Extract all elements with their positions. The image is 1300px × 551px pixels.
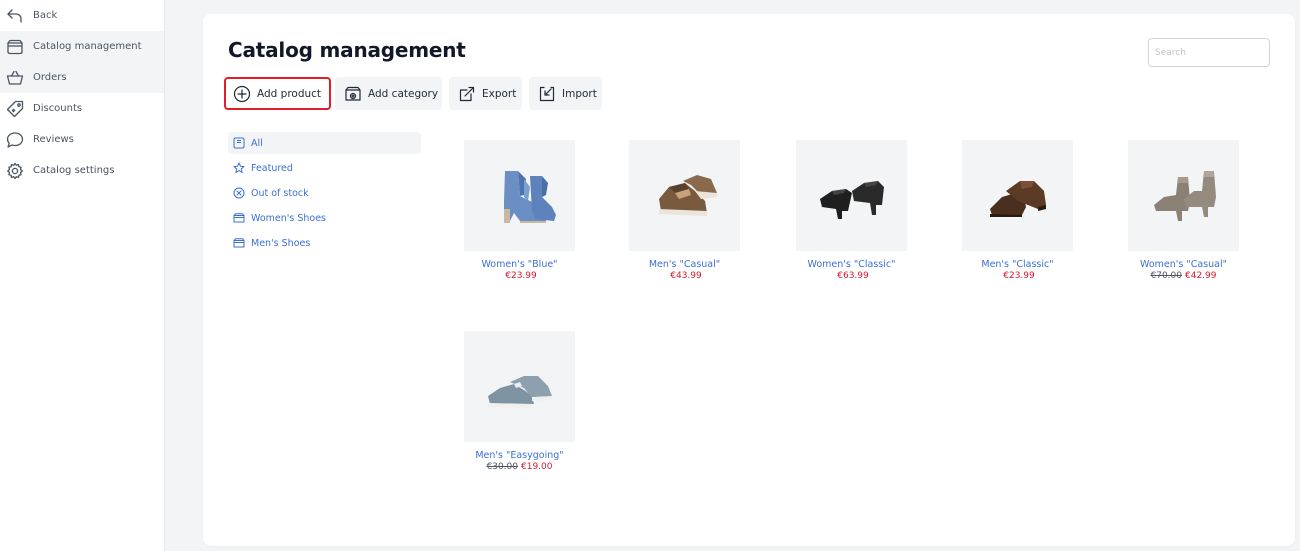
- product-price-row: €63.99: [796, 271, 907, 281]
- sidebar-item-discounts[interactable]: Discounts: [0, 93, 164, 124]
- category-label: Women's Shoes: [251, 212, 327, 224]
- sidebar-item-reviews[interactable]: Reviews: [0, 124, 164, 155]
- sidebar-item-label: Discounts: [33, 103, 83, 114]
- product-old-price: €70.00: [1150, 271, 1183, 281]
- product-price-row: €23.99: [962, 271, 1073, 281]
- product-image: [464, 331, 575, 442]
- product-price: €19.00: [521, 462, 553, 472]
- product-price-row: €23.99: [464, 271, 575, 281]
- add-category-icon: [343, 84, 363, 104]
- sidebar-item-back[interactable]: Back: [0, 0, 164, 31]
- product-price-row: €70.00 €42.99: [1128, 271, 1239, 281]
- plus-circle-icon: [232, 84, 252, 104]
- sidebar-item-catalog-settings[interactable]: Catalog settings: [0, 155, 164, 186]
- product-old-price: €30.00: [486, 462, 519, 472]
- search-input[interactable]: [1148, 38, 1270, 67]
- product-name: Women's "Casual": [1140, 259, 1227, 270]
- product-name: Women's "Classic": [807, 259, 896, 270]
- add-product-button[interactable]: Add product: [224, 77, 331, 110]
- box-icon: [5, 37, 25, 57]
- product-card[interactable]: Women's "Blue" €23.99: [464, 140, 575, 281]
- product-card[interactable]: Women's "Casual" €70.00 €42.99: [1128, 140, 1239, 281]
- product-price: €23.99: [505, 271, 537, 281]
- back-arrow-icon: [5, 6, 25, 26]
- product-name: Men's "Classic": [981, 259, 1054, 270]
- category-womens-shoes[interactable]: Women's Shoes: [228, 207, 421, 229]
- sidebar-item-label: Reviews: [33, 134, 74, 145]
- product-card[interactable]: Men's "Classic" €23.99: [962, 140, 1073, 281]
- sidebar-item-catalog-management[interactable]: Catalog management: [0, 31, 164, 62]
- export-icon: [457, 84, 477, 104]
- product-card[interactable]: Men's "Casual" €43.99: [629, 140, 740, 281]
- product-name: Men's "Easygoing": [475, 450, 564, 461]
- sidebar-item-label: Catalog management: [33, 41, 142, 52]
- gear-icon: [5, 161, 25, 181]
- product-price: €43.99: [670, 271, 702, 281]
- sidebar-item-label: Back: [33, 10, 58, 21]
- export-button[interactable]: Export: [449, 77, 522, 110]
- add-category-label: Add category: [368, 87, 439, 100]
- folder-icon: [232, 236, 246, 250]
- sidebar-item-label: Orders: [33, 72, 67, 83]
- tag-icon: [5, 99, 25, 119]
- product-name: Men's "Casual": [648, 259, 721, 270]
- product-image: [962, 140, 1073, 251]
- product-name: Women's "Blue": [481, 259, 558, 270]
- import-button[interactable]: Import: [529, 77, 602, 110]
- export-label: Export: [482, 87, 517, 100]
- category-out-of-stock[interactable]: Out of stock: [228, 182, 421, 204]
- product-price: €23.99: [1003, 271, 1035, 281]
- category-label: All: [251, 137, 263, 149]
- category-featured[interactable]: Featured: [228, 157, 421, 179]
- add-category-button[interactable]: Add category: [335, 77, 442, 110]
- category-label: Featured: [251, 162, 293, 174]
- sidebar: Back Catalog management Orders Discounts…: [0, 0, 165, 551]
- speech-bubble-icon: [5, 130, 25, 150]
- import-icon: [537, 84, 557, 104]
- star-icon: [232, 161, 246, 175]
- product-price: €63.99: [837, 271, 869, 281]
- product-price-row: €43.99: [629, 271, 740, 281]
- main-panel: Catalog management Add product Add categ…: [203, 14, 1295, 546]
- product-card[interactable]: Men's "Easygoing" €30.00 €19.00: [464, 331, 575, 472]
- product-image: [1128, 140, 1239, 251]
- product-image: [796, 140, 907, 251]
- x-circle-icon: [232, 186, 246, 200]
- category-all[interactable]: All: [228, 132, 421, 154]
- sidebar-item-label: Catalog settings: [33, 165, 115, 176]
- import-label: Import: [562, 87, 597, 100]
- product-card[interactable]: Women's "Classic" €63.99: [796, 140, 907, 281]
- sidebar-item-orders[interactable]: Orders: [0, 62, 164, 93]
- product-image: [464, 140, 575, 251]
- all-icon: [232, 136, 246, 150]
- product-price-row: €30.00 €19.00: [464, 462, 575, 472]
- add-product-label: Add product: [257, 87, 322, 100]
- product-image: [629, 140, 740, 251]
- folder-icon: [232, 211, 246, 225]
- basket-icon: [5, 68, 25, 88]
- product-price: €42.99: [1185, 271, 1217, 281]
- category-label: Out of stock: [251, 187, 309, 199]
- page-title: Catalog management: [228, 38, 466, 62]
- category-mens-shoes[interactable]: Men's Shoes: [228, 232, 421, 254]
- category-label: Men's Shoes: [251, 237, 311, 249]
